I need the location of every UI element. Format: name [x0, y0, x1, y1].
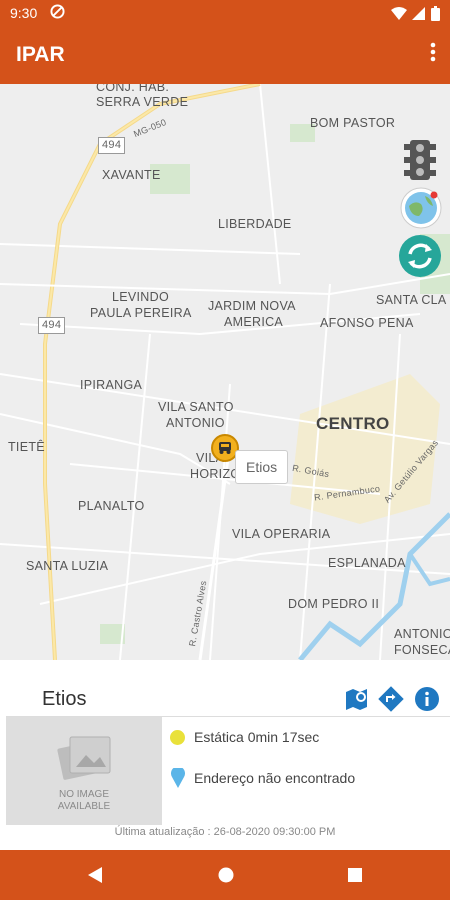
traffic-light-button[interactable] — [398, 138, 442, 182]
info-icon[interactable] — [414, 686, 440, 712]
last-updated: Última atualização : 26-08-2020 09:30:00… — [114, 826, 336, 838]
map-label: IPIRANGA — [80, 378, 143, 392]
battery-icon — [431, 6, 440, 22]
map-label: PAULA PEREIRA — [90, 306, 192, 320]
refresh-icon — [399, 235, 441, 277]
image-placeholder-icon — [57, 736, 111, 780]
map-view[interactable]: 494 494 MG-050 CONJ. HAB. SERRA VERDE BO… — [0, 84, 450, 660]
map-label: ANTONIO — [394, 627, 450, 641]
map-pin-icon[interactable] — [344, 686, 370, 712]
vehicle-status: Estática 0min 17sec — [194, 729, 320, 745]
no-image-line1: NO IMAGE — [58, 789, 109, 800]
road-shield-494: 494 — [38, 317, 66, 334]
back-icon[interactable] — [88, 867, 102, 888]
map-label: CENTRO — [316, 414, 390, 433]
directions-icon[interactable] — [378, 686, 404, 712]
map-label: FONSECA — [394, 643, 450, 657]
map-label: AFONSO PENA — [320, 316, 414, 330]
signal-icon — [412, 7, 426, 21]
map-label: HORIZO — [190, 467, 241, 481]
app-title: IPAR — [16, 43, 65, 66]
globe-layer-button[interactable] — [399, 186, 443, 230]
status-dot-icon — [170, 730, 185, 745]
vehicle-detail-sheet: Etios NO IMAGE AVAILABLE Estática 0min 1… — [0, 660, 450, 850]
no-image-line2: AVAILABLE — [57, 801, 111, 812]
system-nav-bar — [0, 850, 450, 900]
map-label: JARDIM NOVA — [208, 299, 296, 313]
wifi-icon — [390, 7, 407, 21]
dnd-icon — [50, 4, 65, 22]
globe-icon — [400, 187, 442, 229]
map-label: VILA OPERARIA — [232, 527, 331, 541]
status-bar: 9:30 — [0, 0, 450, 26]
map-label: SANTA LUZIA — [26, 559, 109, 573]
map-label: SANTA CLA — [376, 293, 447, 307]
map-label: PLANALTO — [78, 499, 145, 513]
clock: 9:30 — [10, 5, 38, 21]
map-label: SERRA VERDE — [96, 95, 189, 109]
recents-icon[interactable] — [348, 868, 362, 887]
map-label: XAVANTE — [102, 168, 161, 182]
map-label: CONJ. HAB. — [96, 84, 170, 94]
map-label: LIBERDADE — [218, 217, 292, 231]
vehicle-address: Endereço não encontrado — [194, 770, 356, 786]
location-pin-icon — [171, 766, 185, 793]
system-icons — [390, 5, 440, 22]
map-label: TIETÊ — [8, 440, 45, 454]
map-label: BOM PASTOR — [310, 116, 396, 130]
vehicle-popup[interactable]: Etios — [235, 450, 289, 484]
app-bar: IPAR — [0, 26, 450, 84]
map-label: VILA SANTO — [158, 400, 234, 414]
vehicle-image-placeholder: NO IMAGE AVAILABLE — [6, 717, 162, 825]
map-label: ESPLANADA — [328, 556, 406, 570]
home-icon[interactable] — [218, 867, 234, 888]
map-label: DOM PEDRO II — [288, 597, 380, 611]
map-label: ANTONIO — [166, 416, 225, 430]
vehicle-name: Etios — [42, 688, 87, 710]
more-vert-icon[interactable] — [430, 42, 436, 66]
map-label: LEVINDO — [112, 290, 169, 304]
map-label: AMERICA — [224, 315, 284, 329]
road-shield-494: 494 — [98, 137, 126, 154]
refresh-button[interactable] — [398, 234, 442, 278]
traffic-light-icon — [404, 140, 436, 180]
